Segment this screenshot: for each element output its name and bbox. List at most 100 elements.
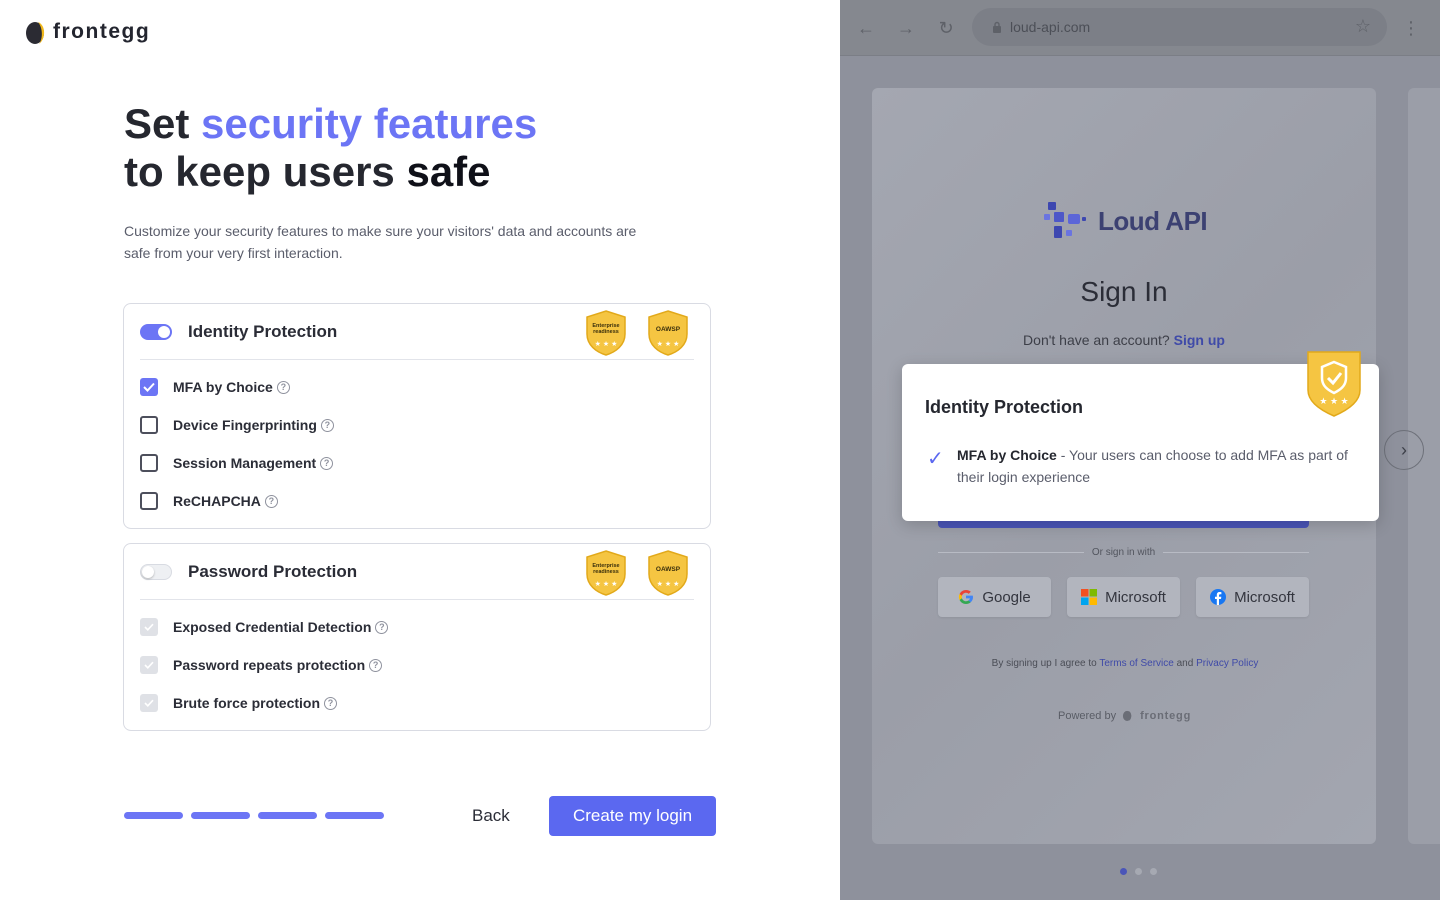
recaptcha-checkbox[interactable] [140, 492, 158, 510]
microsoft-label: Microsoft [1105, 588, 1166, 606]
checkmark-icon [143, 382, 155, 392]
help-icon[interactable]: ? [264, 494, 278, 508]
frontegg-logo-icon [26, 22, 45, 44]
option-password-repeats: Password repeats protection ? [140, 655, 383, 675]
loud-api-logo-icon [1044, 202, 1086, 238]
mfa-checkbox[interactable] [140, 378, 158, 396]
facebook-icon [1210, 589, 1227, 605]
browser-toolbar: ← → ↻ loud-api.com ☆ ⋮ [840, 0, 1440, 56]
privacy-link[interactable]: Privacy Policy [1196, 658, 1258, 669]
password-card-header: Password Protection Enterprise readiness… [140, 544, 694, 600]
browser-menu-icon[interactable]: ⋮ [1402, 16, 1420, 40]
address-bar[interactable]: loud-api.com ☆ [972, 8, 1387, 46]
enterprise-readiness-badge-icon: Enterprise readiness ★ ★ ★ [586, 310, 626, 356]
google-icon [959, 590, 974, 604]
step-progress [124, 812, 384, 819]
exposed-credential-checkbox [140, 618, 158, 636]
help-icon[interactable]: ? [375, 620, 389, 634]
signup-link[interactable]: Sign up [1174, 332, 1225, 348]
oawsp-badge-icon: OAWSP ★ ★ ★ [648, 550, 688, 596]
lock-icon [993, 21, 1001, 33]
svg-text:★ ★ ★: ★ ★ ★ [595, 340, 618, 348]
page-title: Set security features to keep users safe [124, 100, 537, 196]
popover-description: MFA by Choice - Your users can choose to… [957, 444, 1362, 488]
logo-text: frontegg [53, 20, 151, 43]
checkmark-icon [144, 699, 154, 707]
option-mfa-by-choice[interactable]: MFA by Choice ? [140, 377, 290, 397]
oawsp-badge-icon: OAWSP ★ ★ ★ [648, 310, 688, 356]
enterprise-readiness-badge-icon: Enterprise readiness ★ ★ ★ [586, 550, 626, 596]
page-subtitle: Customize your security features to make… [124, 223, 637, 261]
option-label: Device Fingerprinting [173, 417, 317, 433]
headline-prefix: Set [124, 100, 202, 147]
google-label: Google [982, 588, 1031, 606]
help-icon[interactable]: ? [369, 658, 383, 672]
microsoft-signin-button[interactable]: Microsoft [1067, 577, 1180, 617]
url-text: loud-api.com [1010, 19, 1091, 35]
reload-icon[interactable]: ↻ [934, 16, 958, 40]
svg-text:★ ★ ★: ★ ★ ★ [657, 340, 680, 348]
loud-api-name: Loud API [1098, 205, 1208, 236]
progress-step [258, 812, 317, 819]
svg-text:readiness: readiness [593, 329, 619, 335]
identity-card-header: Identity Protection Enterprise readiness… [140, 304, 694, 360]
terms-text: By signing up I agree to Terms of Servic… [872, 658, 1392, 669]
progress-step [124, 812, 183, 819]
bookmark-star-icon[interactable]: ☆ [1355, 16, 1371, 37]
terms-prefix: By signing up I agree to [991, 658, 1097, 669]
svg-text:readiness: readiness [593, 569, 619, 575]
shield-check-badge-icon: ★ ★ ★ [1307, 351, 1361, 417]
option-brute-force: Brute force protection ? [140, 693, 338, 713]
progress-step [325, 812, 384, 819]
option-exposed-credential-detection: Exposed Credential Detection ? [140, 617, 389, 637]
help-icon[interactable]: ? [276, 380, 290, 394]
option-device-fingerprinting[interactable]: Device Fingerprinting ? [140, 415, 334, 435]
signup-prompt: Don't have an account? Sign up [872, 332, 1376, 348]
powered-by: Powered by frontegg [1058, 709, 1191, 722]
popover-title: Identity Protection [925, 397, 1084, 417]
svg-text:★ ★ ★: ★ ★ ★ [657, 580, 680, 588]
progress-step [191, 812, 250, 819]
help-icon[interactable]: ? [320, 456, 334, 470]
session-management-checkbox[interactable] [140, 454, 158, 472]
password-card-title: Password Protection [188, 561, 358, 581]
check-icon: ✓ [927, 448, 944, 470]
help-icon[interactable]: ? [320, 418, 334, 432]
carousel-dot[interactable] [1135, 868, 1142, 875]
or-text: Or sign in with [1091, 547, 1156, 558]
onboarding-panel: frontegg Set security features to keep u… [0, 0, 840, 900]
option-label: MFA by Choice [173, 379, 273, 395]
back-button[interactable]: Back [472, 806, 510, 826]
headline-bold: safe [406, 148, 491, 195]
microsoft-icon [1081, 589, 1098, 605]
checkmark-icon [144, 623, 154, 631]
option-label: Brute force protection [173, 695, 321, 711]
powered-by-brand: frontegg [1140, 709, 1192, 722]
forward-arrow-icon[interactable]: → [894, 16, 918, 40]
identity-card-title: Identity Protection [188, 321, 338, 341]
identity-protection-toggle[interactable] [140, 323, 172, 340]
option-label: Session Management [173, 455, 317, 471]
password-protection-toggle[interactable] [140, 563, 172, 580]
powered-by-text: Powered by [1058, 709, 1117, 722]
terms-and: and [1176, 658, 1194, 669]
device-fingerprinting-checkbox[interactable] [140, 416, 158, 434]
facebook-signin-button[interactable]: Microsoft [1196, 577, 1309, 617]
option-session-management[interactable]: Session Management ? [140, 453, 334, 473]
option-label: ReCHAPCHA [173, 493, 261, 509]
create-login-button[interactable]: Create my login [549, 796, 716, 836]
option-recaptcha[interactable]: ReCHAPCHA ? [140, 491, 278, 511]
brute-force-checkbox [140, 694, 158, 712]
google-signin-button[interactable]: Google [938, 577, 1051, 617]
terms-link[interactable]: Terms of Service [1099, 658, 1173, 669]
password-badges: Enterprise readiness ★ ★ ★ OAWSP ★ ★ ★ [584, 550, 690, 596]
help-icon[interactable]: ? [324, 696, 338, 710]
carousel-next-button[interactable]: › [1384, 430, 1424, 470]
headline-accent: security features [201, 100, 538, 147]
option-label: Password repeats protection [173, 657, 366, 673]
carousel-dot[interactable] [1150, 868, 1157, 875]
back-arrow-icon[interactable]: ← [854, 16, 878, 40]
carousel-dot[interactable] [1120, 868, 1127, 875]
svg-text:★ ★ ★: ★ ★ ★ [595, 580, 618, 588]
carousel-dots [1120, 868, 1157, 875]
